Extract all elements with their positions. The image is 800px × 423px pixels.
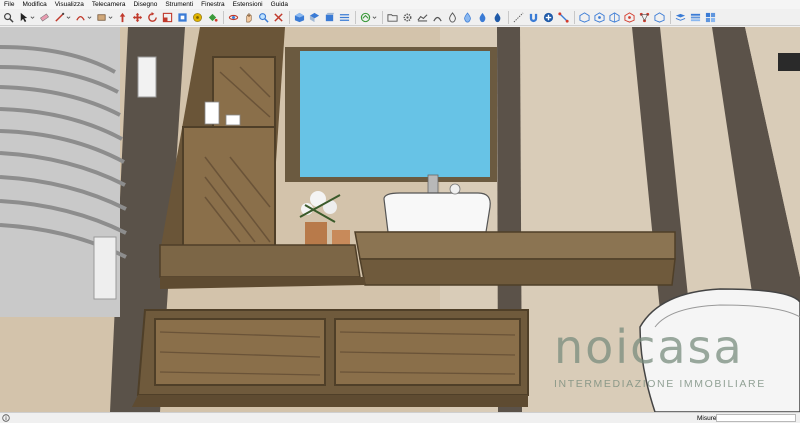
pan-icon[interactable] <box>243 11 254 24</box>
move-icon[interactable] <box>132 11 143 24</box>
menu-help[interactable]: Guida <box>267 0 292 9</box>
network-icon[interactable] <box>639 11 650 24</box>
lower-shelf <box>132 309 529 407</box>
watermark-tagline: INTERMEDIAZIONE IMMOBILIARE <box>554 378 766 390</box>
chevron-down-icon[interactable] <box>372 11 377 24</box>
tape-measure-icon[interactable] <box>192 11 203 24</box>
zoom-extents-icon[interactable] <box>273 11 284 24</box>
rotate-icon[interactable] <box>147 11 158 24</box>
menu-edit[interactable]: Modifica <box>18 0 50 9</box>
toolbar-separator <box>574 10 575 24</box>
menu-window[interactable]: Finestra <box>197 0 228 9</box>
toolbar-separator <box>670 10 671 24</box>
sandbox-icon[interactable] <box>417 11 428 24</box>
top-view-icon[interactable] <box>309 11 320 24</box>
toolbar-separator <box>382 10 383 24</box>
3d-viewport[interactable]: noicasa INTERMEDIAZIONE IMMOBILIARE <box>0 27 800 412</box>
rectangle-icon[interactable] <box>96 11 107 24</box>
menu-camera[interactable]: Telecamera <box>88 0 130 9</box>
solid-icon[interactable] <box>579 11 590 24</box>
drape-icon[interactable] <box>432 11 443 24</box>
line-icon[interactable] <box>54 11 65 24</box>
menu-draw[interactable]: Disegno <box>129 0 161 9</box>
magnet-icon[interactable] <box>528 11 539 24</box>
mirror <box>285 47 497 182</box>
folder-icon[interactable] <box>387 11 398 24</box>
watermark: noicasa INTERMEDIAZIONE IMMOBILIARE <box>548 322 788 412</box>
hexagon-icon[interactable] <box>594 11 605 24</box>
toolbar-separator <box>508 10 509 24</box>
measure-input[interactable] <box>716 414 796 422</box>
chevron-down-icon[interactable] <box>108 11 113 24</box>
menu-extensions[interactable]: Estensioni <box>229 0 267 9</box>
plus-icon[interactable] <box>543 11 554 24</box>
flush-plate <box>778 53 800 71</box>
status-bar: Misure <box>0 412 800 423</box>
flip-icon[interactable] <box>558 11 569 24</box>
toolbar-separator <box>355 10 356 24</box>
toolbar-separator <box>223 10 224 24</box>
push-pull-icon[interactable] <box>117 11 128 24</box>
eraser-icon[interactable] <box>39 11 50 24</box>
toolbar-separator <box>289 10 290 24</box>
chevron-down-icon[interactable] <box>87 11 92 24</box>
measure-label: Misure <box>697 415 717 422</box>
arc-icon[interactable] <box>75 11 86 24</box>
menu-view[interactable]: Visualizza <box>51 0 88 9</box>
zoom-tool-icon[interactable] <box>258 11 269 24</box>
orbit-icon[interactable] <box>228 11 239 24</box>
layers-grid-icon[interactable] <box>705 11 716 24</box>
select-arrow-icon[interactable] <box>18 11 29 24</box>
menu-file[interactable]: File <box>0 0 18 9</box>
hexagon-icon[interactable] <box>654 11 665 24</box>
chevron-down-icon[interactable] <box>66 11 71 24</box>
info-icon[interactable] <box>2 414 10 422</box>
water-drop-icon[interactable] <box>477 11 488 24</box>
layers-icon[interactable] <box>675 11 686 24</box>
chevron-down-icon[interactable] <box>30 11 35 24</box>
water-drop-icon[interactable] <box>462 11 473 24</box>
main-toolbar <box>0 9 800 26</box>
hexagon-outline-icon[interactable] <box>609 11 620 24</box>
offset-icon[interactable] <box>177 11 188 24</box>
section-icon[interactable] <box>339 11 350 24</box>
scale-icon[interactable] <box>162 11 173 24</box>
point-icon[interactable] <box>513 11 524 24</box>
watermark-logo: noicasa <box>554 320 744 374</box>
component-icon[interactable] <box>360 11 371 24</box>
zoom-icon[interactable] <box>3 11 14 24</box>
water-drop-icon[interactable] <box>492 11 503 24</box>
menu-tools[interactable]: Strumenti <box>161 0 197 9</box>
menu-bar: File Modifica Visualizza Telecamera Dise… <box>0 0 800 9</box>
layers-stack-icon[interactable] <box>690 11 701 24</box>
settings-icon[interactable] <box>402 11 413 24</box>
paint-bucket-icon[interactable] <box>207 11 218 24</box>
iso-view-icon[interactable] <box>294 11 305 24</box>
water-drop-icon[interactable] <box>447 11 458 24</box>
shell-icon[interactable] <box>624 11 635 24</box>
front-view-icon[interactable] <box>324 11 335 24</box>
